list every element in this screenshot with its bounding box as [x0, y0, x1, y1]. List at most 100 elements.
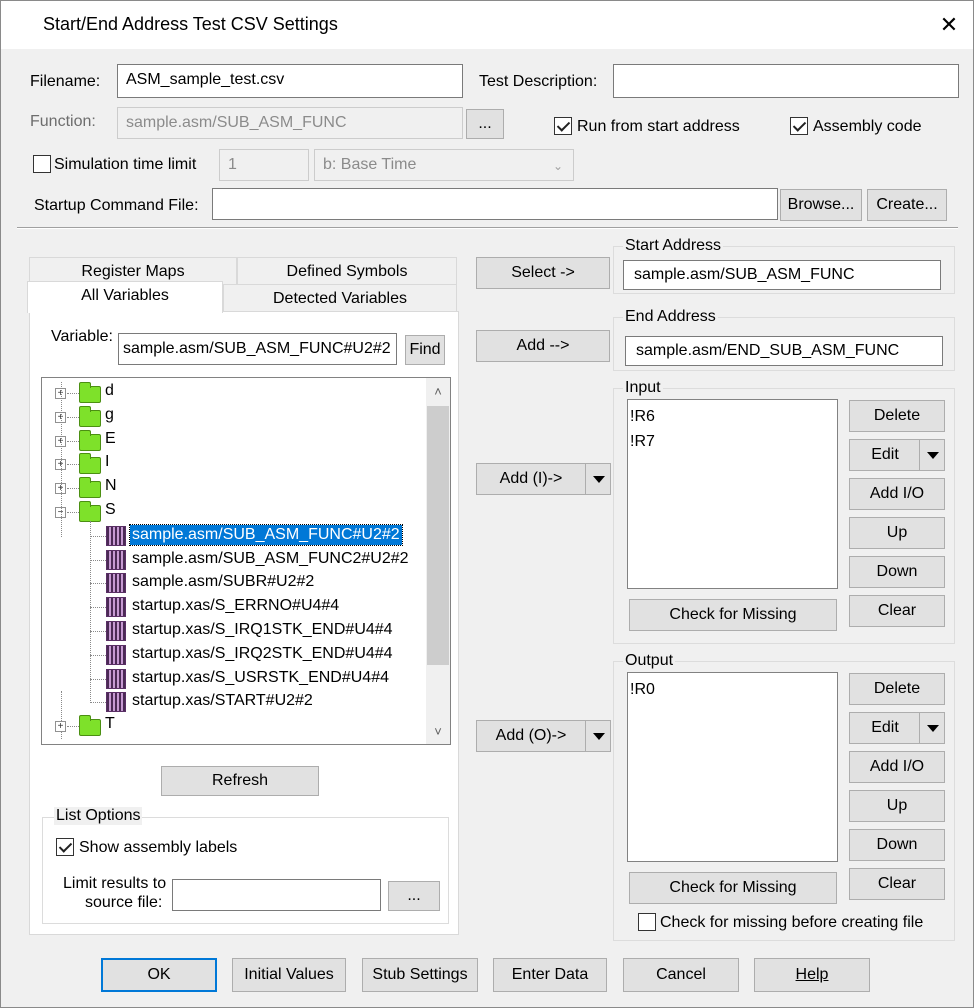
- limit-results-label: Limit results to: [63, 875, 167, 892]
- output-list[interactable]: !R0: [627, 672, 838, 862]
- add-input-dropdown-icon[interactable]: [585, 463, 611, 495]
- tree-folder-label[interactable]: S: [103, 500, 118, 520]
- assembly-code-checkbox[interactable]: [790, 117, 808, 135]
- tree-folder-label[interactable]: g: [103, 405, 116, 425]
- select-button[interactable]: Select ->: [476, 257, 610, 289]
- folder-icon: [79, 429, 101, 451]
- tree-scrollbar[interactable]: ˄ ˅: [426, 378, 450, 744]
- source-file-input[interactable]: [172, 879, 381, 911]
- function-label: Function:: [30, 113, 96, 130]
- tree-variable-item[interactable]: sample.asm/SUB_ASM_FUNC2#U2#2: [130, 549, 411, 569]
- filename-input[interactable]: ASM_sample_test.csv: [117, 64, 463, 98]
- scroll-up-icon[interactable]: ˄: [426, 380, 450, 404]
- output-edit-dropdown-icon[interactable]: [919, 712, 945, 744]
- time-unit-value: b: Base Time: [323, 156, 417, 173]
- add-input-button[interactable]: Add (I)->: [476, 463, 586, 495]
- output-edit-button[interactable]: Edit: [849, 712, 921, 744]
- tab-defined-symbols[interactable]: Defined Symbols: [237, 257, 457, 285]
- source-file-label: source file:: [85, 894, 163, 911]
- tree-folder-label[interactable]: I: [103, 452, 111, 472]
- tree-folder-label[interactable]: E: [103, 429, 118, 449]
- startup-command-file-input[interactable]: [212, 188, 778, 220]
- start-address-input[interactable]: sample.asm/SUB_ASM_FUNC: [623, 260, 941, 290]
- tree-variable-item[interactable]: startup.xas/S_USRSTK_END#U4#4: [130, 668, 391, 688]
- scrollbar-thumb[interactable]: [427, 406, 449, 665]
- check-before-create-checkbox[interactable]: [638, 913, 656, 931]
- folder-icon: [79, 477, 101, 499]
- startup-command-file-label: Startup Command File:: [34, 197, 199, 214]
- help-button[interactable]: Help: [754, 958, 870, 992]
- input-edit-dropdown-icon[interactable]: [919, 439, 945, 471]
- ok-button[interactable]: OK: [101, 958, 217, 992]
- input-up-button[interactable]: Up: [849, 517, 945, 549]
- tree-variable-item[interactable]: startup.xas/S_IRQ1STK_END#U4#4: [130, 620, 395, 640]
- input-add-io-button[interactable]: Add I/O: [849, 478, 945, 510]
- initial-values-button[interactable]: Initial Values: [232, 958, 346, 992]
- tree-variable-item[interactable]: startup.xas/S_ERRNO#U4#4: [130, 596, 341, 616]
- input-list-item[interactable]: !R7: [630, 433, 655, 451]
- cancel-button[interactable]: Cancel: [623, 958, 739, 992]
- test-description-input[interactable]: [613, 64, 959, 98]
- help-label: Help: [795, 966, 829, 983]
- startup-browse-button[interactable]: Browse...: [780, 189, 862, 221]
- close-icon[interactable]: ✕: [936, 13, 962, 39]
- tree-variable-item[interactable]: startup.xas/START#U2#2: [130, 691, 315, 711]
- filename-label: Filename:: [30, 73, 101, 90]
- test-description-label: Test Description:: [479, 73, 598, 90]
- end-address-input[interactable]: sample.asm/END_SUB_ASM_FUNC: [625, 336, 943, 366]
- show-assembly-labels-checkbox[interactable]: [56, 838, 74, 856]
- stub-settings-button[interactable]: Stub Settings: [362, 958, 478, 992]
- output-add-io-button[interactable]: Add I/O: [849, 751, 945, 783]
- tree-variable-item[interactable]: sample.asm/SUBR#U2#2: [130, 572, 316, 592]
- run-from-start-checkbox[interactable]: [554, 117, 572, 135]
- output-down-button[interactable]: Down: [849, 829, 945, 861]
- output-list-item[interactable]: !R0: [630, 681, 655, 699]
- variable-icon: [106, 668, 126, 689]
- variable-icon: [106, 692, 126, 713]
- end-address-title: End Address: [623, 308, 718, 326]
- folder-icon: [79, 405, 101, 427]
- enter-data-button[interactable]: Enter Data: [493, 958, 607, 992]
- refresh-button[interactable]: Refresh: [161, 766, 319, 796]
- add-output-dropdown-icon[interactable]: [585, 720, 611, 752]
- add-button[interactable]: Add -->: [476, 330, 610, 362]
- output-check-missing-button[interactable]: Check for Missing: [629, 872, 837, 904]
- input-down-button[interactable]: Down: [849, 556, 945, 588]
- function-browse-button[interactable]: ...: [466, 109, 504, 139]
- source-file-browse-button[interactable]: ...: [388, 881, 440, 911]
- tab-all-variables[interactable]: All Variables: [27, 281, 223, 313]
- assembly-code-label: Assembly code: [813, 118, 922, 135]
- tree-folder-label[interactable]: d: [103, 381, 116, 401]
- tree-variable-item[interactable]: startup.xas/S_IRQ2STK_END#U4#4: [130, 644, 395, 664]
- input-edit-button[interactable]: Edit: [849, 439, 921, 471]
- chevron-down-icon: ⌄: [552, 159, 563, 173]
- variable-input[interactable]: sample.asm/SUB_ASM_FUNC#U2#2: [118, 333, 397, 365]
- run-from-start-label: Run from start address: [577, 118, 740, 135]
- input-list[interactable]: !R6 !R7: [627, 399, 838, 589]
- variable-icon: [106, 525, 126, 546]
- tab-detected-variables[interactable]: Detected Variables: [223, 284, 457, 312]
- startup-create-button[interactable]: Create...: [867, 189, 947, 221]
- input-list-item[interactable]: !R6: [630, 408, 655, 426]
- input-delete-button[interactable]: Delete: [849, 400, 945, 432]
- add-output-button[interactable]: Add (O)->: [476, 720, 586, 752]
- output-delete-button[interactable]: Delete: [849, 673, 945, 705]
- variable-icon: [106, 573, 126, 594]
- simulation-time-limit-checkbox[interactable]: [33, 155, 51, 173]
- tree-variable-item[interactable]: sample.asm/SUB_ASM_FUNC#U2#2: [129, 523, 403, 546]
- find-button[interactable]: Find: [405, 335, 445, 365]
- input-clear-button[interactable]: Clear: [849, 595, 945, 627]
- output-up-button[interactable]: Up: [849, 790, 945, 822]
- tree-folder-label[interactable]: T: [103, 714, 117, 734]
- check-before-create-label: Check for missing before creating file: [660, 914, 924, 931]
- input-check-missing-button[interactable]: Check for Missing: [629, 599, 837, 631]
- variable-label: Variable:: [51, 328, 113, 345]
- simulation-time-input: 1: [219, 149, 309, 181]
- variable-tree[interactable]: + d + g + E + I + N − Ssample.asm/SUB_ASM_FUNC#U2#2…: [41, 377, 451, 745]
- tree-folder-label[interactable]: N: [103, 476, 119, 496]
- expand-icon[interactable]: +: [55, 721, 66, 733]
- variable-icon: [106, 549, 126, 570]
- scroll-down-icon[interactable]: ˅: [426, 720, 450, 744]
- output-clear-button[interactable]: Clear: [849, 868, 945, 900]
- time-unit-select: b: Base Time ⌄: [314, 149, 574, 181]
